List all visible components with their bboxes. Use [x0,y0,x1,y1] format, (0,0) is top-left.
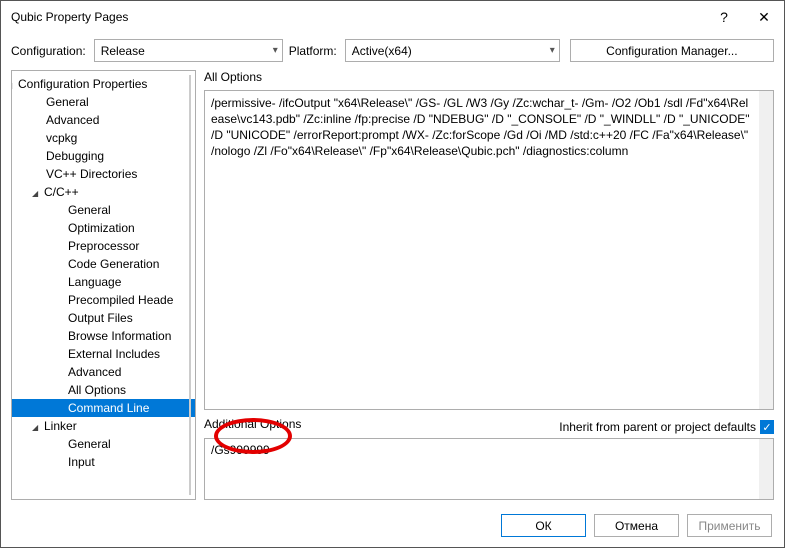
tree-item-general[interactable]: General [12,93,195,111]
tree-item-cc[interactable]: C/C++ [12,183,195,201]
cancel-button[interactable]: Отмена [594,514,679,537]
configuration-value: Release [101,44,145,58]
tree-item-vcpkg[interactable]: vcpkg [12,129,195,147]
inherit-label: Inherit from parent or project defaults [559,420,756,434]
tree-item-cc-command-line[interactable]: Command Line [12,399,195,417]
tree-item-cc-code-generation[interactable]: Code Generation [12,255,195,273]
tree-scrollbar[interactable] [189,75,191,495]
tree-item-cc-external-includes[interactable]: External Includes [12,345,195,363]
tree-item-cc-general[interactable]: General [12,201,195,219]
configuration-label: Configuration: [11,44,88,58]
tree-item-cc-precompiled-headers[interactable]: Precompiled Heade [12,291,195,309]
chevron-down-icon: ▾ [550,45,555,56]
tree-item-cc-browse-information[interactable]: Browse Information [12,327,195,345]
tree-item-cc-advanced[interactable]: Advanced [12,363,195,381]
platform-label: Platform: [289,44,339,58]
tree-item-cc-optimization[interactable]: Optimization [12,219,195,237]
tree-item-advanced[interactable]: Advanced [12,111,195,129]
chevron-down-icon: ▾ [273,45,278,56]
all-options-label: All Options [204,70,774,88]
tree-item-linker[interactable]: Linker [12,417,195,435]
all-options-text: /permissive- /ifcOutput "x64\Release\" /… [211,95,767,405]
additional-options-scrollbar[interactable] [759,439,773,499]
tree-item-vc-directories[interactable]: VC++ Directories [12,165,195,183]
inherit-checkbox[interactable]: ✓ [760,420,774,434]
tree-item-debugging[interactable]: Debugging [12,147,195,165]
additional-options-label: Additional Options [204,417,301,435]
ok-button[interactable]: ОК [501,514,586,537]
tree-item-cc-language[interactable]: Language [12,273,195,291]
tree-item-cc-all-options[interactable]: All Options [12,381,195,399]
additional-options-box[interactable]: /Gs999999 [204,438,774,500]
configuration-manager-button[interactable]: Configuration Manager... [570,39,774,62]
configuration-dropdown[interactable]: Release ▾ [94,39,283,62]
tree-item-linker-input[interactable]: Input [12,453,195,471]
additional-options-text: /Gs999999 [211,443,767,457]
tree-item-cc-preprocessor[interactable]: Preprocessor [12,237,195,255]
close-button[interactable]: ✕ [744,1,784,33]
tree-item-cc-output-files[interactable]: Output Files [12,309,195,327]
platform-value: Active(x64) [352,44,412,58]
window-title: Qubic Property Pages [11,10,704,24]
all-options-box: /permissive- /ifcOutput "x64\Release\" /… [204,90,774,410]
help-button[interactable]: ? [704,1,744,33]
all-options-scrollbar[interactable] [759,91,773,409]
tree-item-linker-general[interactable]: General [12,435,195,453]
platform-dropdown[interactable]: Active(x64) ▾ [345,39,560,62]
tree-panel: Configuration Properties General Advance… [11,70,196,500]
apply-button[interactable]: Применить [687,514,772,537]
tree-root-configuration-properties[interactable]: Configuration Properties [12,75,195,93]
